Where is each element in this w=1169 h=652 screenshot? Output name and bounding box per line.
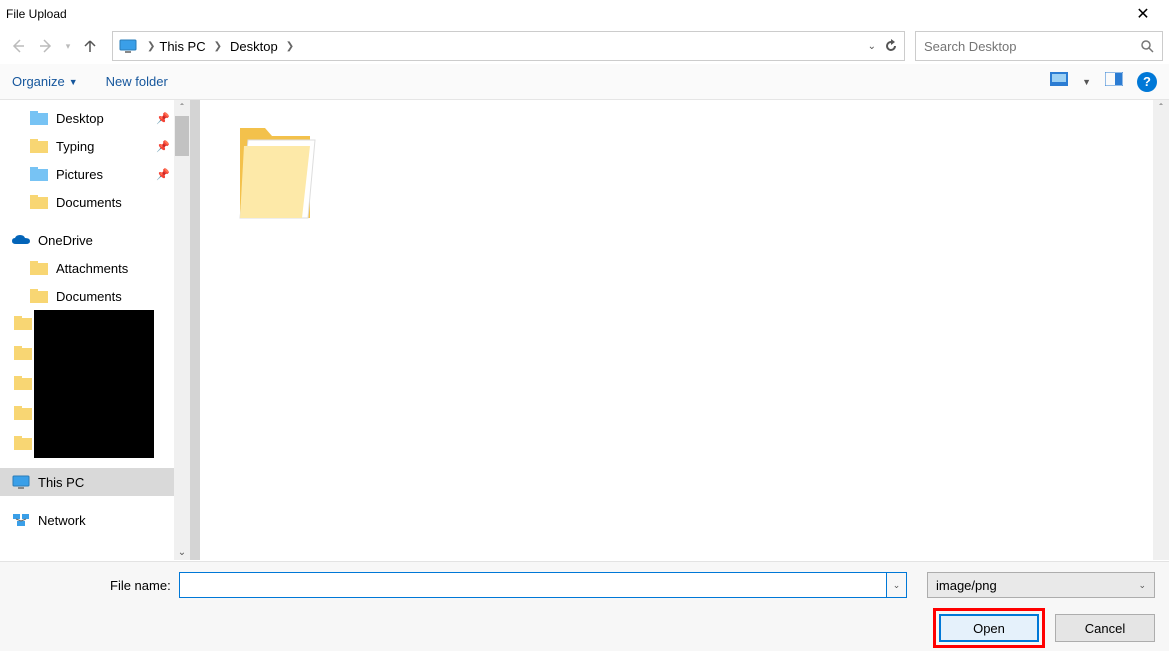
help-button[interactable]: ? (1137, 72, 1157, 92)
scroll-up-icon[interactable]: ˆ (1153, 100, 1169, 116)
chevron-down-icon[interactable]: ▼ (1082, 77, 1091, 87)
view-mode-button[interactable] (1050, 72, 1068, 91)
recent-dropdown[interactable]: ▾ (62, 34, 74, 58)
chevron-right-icon: ❯ (282, 41, 298, 52)
navigation-pane: Desktop 📌 Typing 📌 Pictures 📌 Documents … (0, 100, 190, 560)
scrollbar-thumb[interactable] (175, 116, 189, 156)
pc-icon (119, 39, 143, 53)
sidebar-scrollbar[interactable]: ˆ ⌄ (174, 100, 190, 560)
breadcrumb-desktop[interactable]: Desktop (230, 39, 278, 54)
navigation-row: ▾ ❯ This PC ❯ Desktop ❯ ⌄ (0, 28, 1169, 64)
filename-label: File name: (110, 578, 171, 593)
chevron-right-icon: ❯ (210, 41, 226, 52)
file-list-area[interactable]: ˆ (190, 100, 1169, 560)
address-bar[interactable]: ❯ This PC ❯ Desktop ❯ ⌄ (112, 31, 905, 61)
search-icon (1140, 39, 1154, 53)
sidebar-item-onedrive[interactable]: OneDrive (0, 226, 190, 254)
chevron-right-icon: ❯ (143, 41, 159, 52)
filename-input[interactable] (179, 572, 887, 598)
window-title: File Upload (6, 7, 67, 21)
new-folder-button[interactable]: New folder (106, 74, 168, 89)
content-gutter (190, 100, 200, 560)
pin-icon: 📌 (156, 112, 170, 125)
filename-dropdown[interactable]: ⌄ (887, 572, 907, 598)
chevron-down-icon: ▼ (69, 77, 78, 87)
folder-item[interactable] (230, 118, 320, 228)
organize-menu[interactable]: Organize ▼ (12, 74, 78, 89)
up-button[interactable] (78, 34, 102, 58)
address-dropdown-icon[interactable]: ⌄ (868, 41, 876, 52)
redacted-block (34, 310, 154, 458)
open-button-highlight: Open (933, 608, 1045, 648)
close-button[interactable]: ✕ (1123, 0, 1163, 28)
sidebar-item-od-documents[interactable]: Documents (0, 282, 190, 310)
content-scrollbar[interactable]: ˆ (1153, 100, 1169, 560)
breadcrumb: This PC ❯ Desktop ❯ (159, 39, 298, 54)
sidebar-item-documents[interactable]: Documents (0, 188, 190, 216)
bottom-panel: File name: ⌄ image/png ⌄ Open Cancel (0, 561, 1169, 651)
sidebar-item-attachments[interactable]: Attachments (0, 254, 190, 282)
sidebar-item-typing[interactable]: Typing 📌 (0, 132, 190, 160)
search-box[interactable] (915, 31, 1163, 61)
breadcrumb-thispc[interactable]: This PC (159, 39, 205, 54)
sidebar-item-network[interactable]: Network (0, 506, 190, 534)
body: Desktop 📌 Typing 📌 Pictures 📌 Documents … (0, 100, 1169, 560)
forward-button[interactable] (34, 34, 58, 58)
back-button[interactable] (6, 34, 30, 58)
titlebar: File Upload ✕ (0, 0, 1169, 28)
sidebar-item-thispc[interactable]: This PC (0, 468, 190, 496)
search-input[interactable] (924, 39, 1140, 54)
sidebar-item-desktop[interactable]: Desktop 📌 (0, 104, 190, 132)
chevron-down-icon: ⌄ (1138, 580, 1146, 591)
toolbar: Organize ▼ New folder ▼ ? (0, 64, 1169, 100)
scroll-up-icon[interactable]: ˆ (174, 100, 190, 116)
pin-icon: 📌 (156, 140, 170, 153)
scroll-down-icon[interactable]: ⌄ (174, 544, 190, 560)
open-button[interactable]: Open (939, 614, 1039, 642)
filetype-select[interactable]: image/png ⌄ (927, 572, 1155, 598)
cancel-button[interactable]: Cancel (1055, 614, 1155, 642)
refresh-icon[interactable] (884, 39, 898, 53)
preview-pane-button[interactable] (1105, 72, 1123, 91)
pin-icon: 📌 (156, 168, 170, 181)
sidebar-item-pictures[interactable]: Pictures 📌 (0, 160, 190, 188)
